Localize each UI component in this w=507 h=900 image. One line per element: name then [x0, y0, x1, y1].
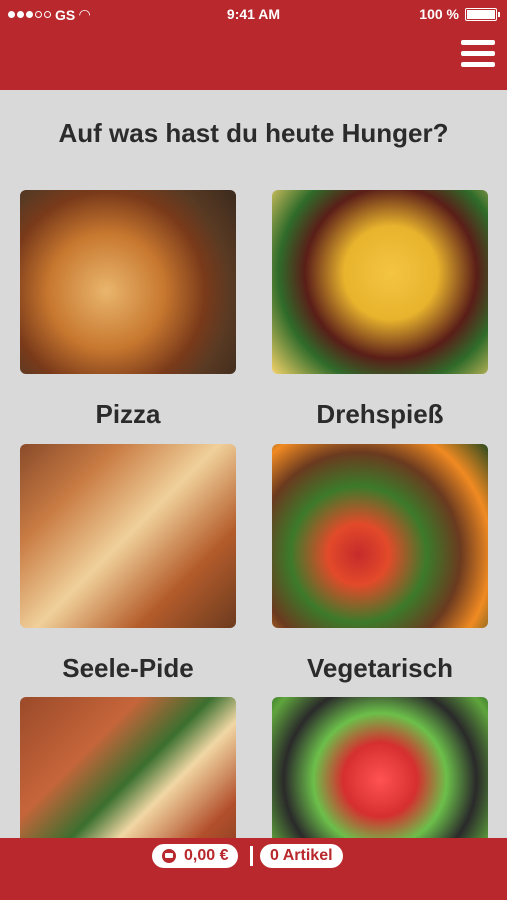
category-tile-pizza[interactable] — [20, 190, 236, 374]
category-label-seele-pide[interactable]: Seele-Pide — [20, 653, 236, 684]
category-tile-vegetarisch[interactable] — [272, 444, 488, 628]
divider — [250, 846, 253, 866]
category-tile-drehspiess[interactable] — [272, 190, 488, 374]
category-tile-seele-pide[interactable] — [20, 444, 236, 628]
hamburger-menu-icon[interactable] — [461, 40, 495, 70]
status-bar: GS ◠ 9:41 AM 100 % — [0, 0, 507, 28]
cart-items-button[interactable]: 0 Artikel — [260, 844, 343, 868]
bottom-cart-bar — [0, 838, 507, 900]
category-label-pizza[interactable]: Pizza — [20, 399, 236, 430]
category-label-vegetarisch[interactable]: Vegetarisch — [272, 653, 488, 684]
cart-item-count: 0 Artikel — [270, 847, 333, 864]
top-bar: GS ◠ 9:41 AM 100 % — [0, 0, 507, 90]
battery-icon — [465, 7, 500, 21]
page-heading: Auf was hast du heute Hunger? — [58, 118, 449, 148]
cart-total: 0,00 € — [184, 847, 229, 864]
cart-icon — [162, 849, 176, 863]
category-label-drehspiess[interactable]: Drehspieß — [272, 399, 488, 430]
cart-total-button[interactable]: 0,00 € — [152, 844, 239, 868]
battery-label: 100 % — [419, 6, 459, 22]
battery-area: 100 % — [419, 6, 500, 22]
